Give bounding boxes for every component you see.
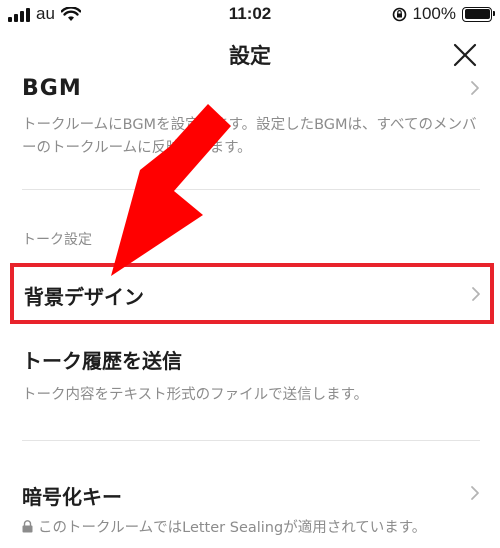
bgm-title[interactable]: BGM [22,76,82,101]
bgm-description: トークルームにBGMを設定します。設定したBGMは、すべてのメンバーのトークルー… [22,117,477,156]
orientation-lock-icon [392,7,406,21]
encryption-key-description: このトークルームではLetter Sealingが適用されています。 [22,516,426,537]
background-design-row[interactable]: 背景デザイン [10,263,494,324]
page-title: 設定 [229,44,271,68]
close-icon[interactable] [452,42,478,68]
encryption-description-text: このトークルームではLetter Sealingが適用されています。 [38,520,427,536]
divider [22,440,480,441]
section-label-talk-settings: トーク設定 [22,232,92,248]
battery-percent: 100% [412,4,456,23]
chevron-right-icon [471,486,479,500]
encryption-key-title[interactable]: 暗号化キー [22,481,122,510]
chevron-right-icon [472,287,480,301]
divider [22,189,480,190]
chevron-right-icon [471,81,479,95]
background-design-label: 背景デザイン [24,285,144,309]
export-history-title[interactable]: トーク履歴を送信 [22,345,182,374]
status-right: 100% [392,4,495,24]
header: 設定 [0,30,500,82]
export-history-description: トーク内容をテキスト形式のファイルで送信します。 [22,387,369,403]
status-bar: au 11:02 100% [0,0,500,30]
battery-icon [462,6,495,22]
lock-icon [22,520,33,533]
